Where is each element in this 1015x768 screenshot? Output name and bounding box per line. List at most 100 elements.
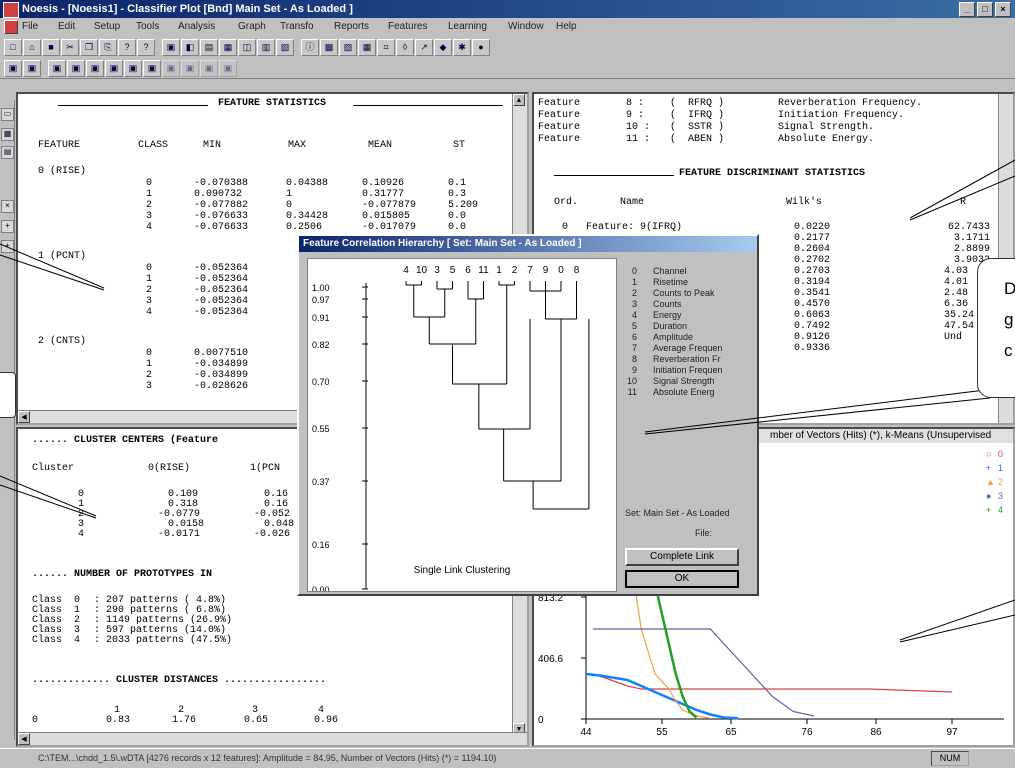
cluster-header: 1(PCN (250, 463, 281, 474)
ok-button[interactable]: OK (625, 570, 739, 588)
dendrogram-plot: 4 10 3 5 6 11 1 2 7 9 0 8 1.00 0.97 0.91 0.82 0.70 0.55 0.… (307, 258, 617, 595)
toolbar-button-21-icon[interactable]: ◊ (396, 39, 414, 56)
dendrogram-method-label: Single Link Clustering (414, 565, 511, 576)
distance-cell: 0.96 (314, 715, 339, 726)
close-button[interactable]: × (995, 2, 1011, 17)
wilks-cell: 0.3194 (794, 277, 831, 288)
tool-button-12-icon[interactable]: ▣ (219, 60, 237, 77)
feature-name: Counts to Peak (653, 288, 715, 298)
feature-index: 8 : (626, 98, 645, 109)
tool-button-11-icon[interactable]: ▣ (200, 60, 218, 77)
toolbar-button-3-icon[interactable]: ■ (42, 39, 60, 56)
toolbar-button-19-icon[interactable]: ▦ (358, 39, 376, 56)
table-tool-icon[interactable]: ▤ (1, 146, 14, 159)
maximize-button[interactable]: □ (977, 2, 993, 17)
menu-reports[interactable]: Reports (334, 21, 369, 32)
feature-name: Initiation Frequen (653, 365, 723, 375)
toolbar-button-11-icon[interactable]: ▤ (200, 39, 218, 56)
ord-cell: 0 (562, 222, 569, 233)
feature-index: 9 (631, 365, 637, 375)
toolbar-button-7-icon[interactable]: ? (118, 39, 136, 56)
menu-window[interactable]: Window (508, 21, 544, 32)
column-header: CLASS (138, 140, 169, 151)
toolbar-button-12-icon[interactable]: ▦ (219, 39, 237, 56)
doc-icon (4, 20, 18, 34)
r-cell: 2.48 (944, 288, 969, 299)
menu-graph[interactable]: Graph (238, 21, 266, 32)
add-tool-icon[interactable]: + (1, 240, 14, 253)
toolbar-button-20-icon[interactable]: ⌗ (377, 39, 395, 56)
menu-transfo[interactable]: Transfo (280, 21, 314, 32)
toolbar-button-25-icon[interactable]: ● (472, 39, 490, 56)
toolbar-button-10-icon[interactable]: ◧ (181, 39, 199, 56)
tool-button-3-icon[interactable]: ▣ (48, 60, 66, 77)
column-header: MIN (203, 140, 222, 151)
chart-y-tick-label: 406.6 (538, 654, 563, 665)
toolbar-button-13-icon[interactable]: ◫ (238, 39, 256, 56)
chart-x-tick-label: 55 (656, 727, 668, 738)
tool-button-1-icon[interactable]: ▣ (4, 60, 22, 77)
dendrogram-y-tick: 0.55 (312, 424, 330, 434)
left-callout-box (0, 372, 16, 418)
menu-analysis[interactable]: Analysis (178, 21, 215, 32)
stat-cell: 2 (146, 370, 153, 381)
menu-edit[interactable]: Edit (58, 21, 75, 32)
num-indicator: NUM (931, 751, 969, 766)
toolbar-button-8-icon[interactable]: ? (137, 39, 155, 56)
toolbar-button-9-icon[interactable]: ▣ (162, 39, 180, 56)
feature-code: ( SSTR ) (670, 122, 725, 133)
toolbar-button-14-icon[interactable]: ▥ (257, 39, 275, 56)
toolbar-button-16-icon[interactable]: ⓘ (301, 39, 319, 56)
dendrogram-leaf-label: 1 (496, 265, 502, 276)
distance-cell: 1.76 (172, 715, 197, 726)
stat-cell: 0 (286, 200, 293, 211)
plus-tool-icon[interactable]: + (1, 220, 14, 233)
menu-file[interactable]: File (22, 21, 38, 32)
toolbar-button-1-icon[interactable]: □ (4, 39, 22, 56)
toolbar-button-5-icon[interactable]: ❐ (80, 39, 98, 56)
window-tool-icon[interactable]: ▭ (1, 108, 14, 121)
menu-learning[interactable]: Learning (448, 21, 487, 32)
stat-cell: 1 (146, 359, 153, 370)
minimize-button[interactable]: _ (959, 2, 975, 17)
toolbar-button-23-icon[interactable]: ◆ (434, 39, 452, 56)
stat-cell: -0.034899 (194, 359, 249, 370)
stat-cell: -0.077879 (362, 200, 417, 211)
legend-item-4: 4 (998, 505, 1004, 515)
tool-button-8-icon[interactable]: ▣ (143, 60, 161, 77)
grid-tool-icon[interactable]: ▦ (1, 128, 14, 141)
toolbar-button-18-icon[interactable]: ▨ (339, 39, 357, 56)
r-cell: 35.24 (944, 310, 975, 321)
feature-index: 10 (626, 376, 637, 386)
toolbar-button-4-icon[interactable]: ✂ (61, 39, 79, 56)
tool-button-7-icon[interactable]: ▣ (124, 60, 142, 77)
tool-button-4-icon[interactable]: ▣ (67, 60, 85, 77)
status-text: C:\TEM...\chdd_1.5\.wDTA [4276 records x… (38, 753, 497, 763)
chart-y-tick-label: 0 (538, 715, 544, 726)
menu-features[interactable]: Features (388, 21, 427, 32)
toolbar-button-22-icon[interactable]: ↗ (415, 39, 433, 56)
feature-name: Duration (653, 321, 688, 331)
complete-link-button[interactable]: Complete Link (625, 548, 739, 566)
discriminant-header: R (960, 197, 967, 208)
menu-help[interactable]: Help (556, 21, 577, 32)
stat-cell: 0.04388 (286, 178, 329, 189)
tool-button-10-icon[interactable]: ▣ (181, 60, 199, 77)
toolbar-button-2-icon[interactable]: ⌂ (23, 39, 41, 56)
feature-index: 9 : (626, 110, 645, 121)
r-cell: 6.36 (944, 299, 969, 310)
r-cell: Und (944, 332, 963, 343)
menu-tools[interactable]: Tools (136, 21, 159, 32)
toolbar-button-15-icon[interactable]: ▧ (276, 39, 294, 56)
menu-setup[interactable]: Setup (94, 21, 120, 32)
toolbar-button-6-icon[interactable]: ⎘ (99, 39, 117, 56)
tool-button-5-icon[interactable]: ▣ (86, 60, 104, 77)
tool-button-2-icon[interactable]: ▣ (23, 60, 41, 77)
toolbar-button-24-icon[interactable]: ✱ (453, 39, 471, 56)
stat-cell: 0.015805 (362, 211, 411, 222)
wilks-cell: 0.4570 (794, 299, 831, 310)
cross-tool-icon[interactable]: × (1, 200, 14, 213)
toolbar-button-17-icon[interactable]: ▩ (320, 39, 338, 56)
tool-button-6-icon[interactable]: ▣ (105, 60, 123, 77)
tool-button-9-icon[interactable]: ▣ (162, 60, 180, 77)
